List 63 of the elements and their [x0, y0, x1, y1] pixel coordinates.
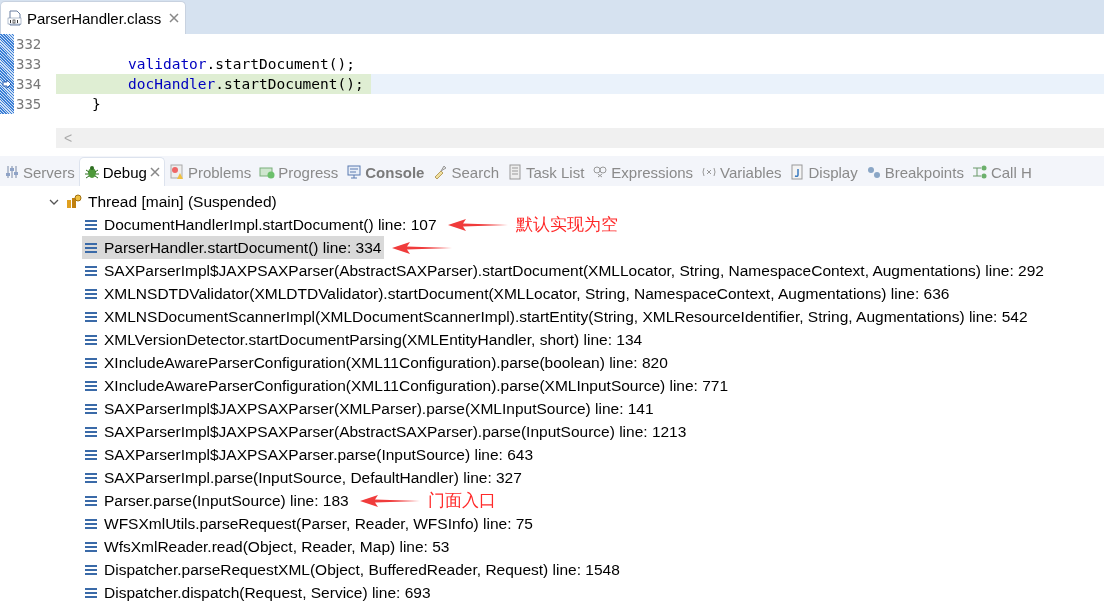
stack-frame[interactable]: ParserHandler.startDocument() line: 334: [82, 236, 385, 259]
breakpoint-ruler: [0, 54, 14, 74]
line-number: 335: [15, 96, 43, 112]
stack-frame-icon: [84, 333, 98, 346]
editor-tab[interactable]: ParserHandler.class: [0, 1, 187, 34]
stack-frame-icon: [84, 448, 98, 461]
line-number: 334: [15, 76, 43, 92]
code-line: docHandler.startDocument();: [127, 76, 364, 92]
stack-frame-icon: [84, 287, 98, 300]
stack-frame[interactable]: WfsXmlReader.read(Object, Reader, Map) line: 53: [82, 535, 453, 558]
stack-frame-icon: [84, 494, 98, 507]
stack-frame-icon: [84, 218, 98, 231]
stack-frame-icon: [84, 425, 98, 438]
document-icon: [789, 164, 806, 180]
view-tab[interactable]: Console: [342, 158, 429, 186]
stack-frame-icon: [84, 356, 98, 369]
stack-frame[interactable]: SAXParserImpl$JAXPSAXParser.parse(InputSource) line: 643: [82, 443, 537, 466]
code-line: }: [91, 96, 101, 112]
annotation-text: 门面入口: [427, 490, 496, 512]
stack-frame[interactable]: SAXParserImpl$JAXPSAXParser(AbstractSAXParser).startDocument(XMLLocator, String, NamespaceContext, Augmentations) line: 292: [82, 259, 1047, 282]
code-line: validator.startDocument();: [127, 56, 355, 72]
stack-frame[interactable]: XMLNSDTDValidator(XMLDTDValidator).startDocument(XMLLocator, String, NamespaceContext, Augmentations) line: 636: [82, 282, 953, 305]
stack-frame[interactable]: Parser.parse(InputSource) line: 183: [82, 489, 352, 512]
breakpoint-ruler: [0, 34, 14, 54]
close-icon: [169, 13, 180, 23]
breakpoint-ruler: [0, 94, 14, 114]
annotation-text: 默认实现为空: [515, 214, 618, 236]
stack-frame-icon: [84, 379, 98, 392]
stack-frame-icon: [84, 586, 98, 599]
stack-frame[interactable]: SAXParserImpl.parse(InputSource, DefaultHandler) line: 327: [82, 466, 525, 489]
stack-frame[interactable]: XMLVersionDetector.startDocumentParsing(XMLEntityHandler, short) line: 134: [82, 328, 646, 351]
stack-frame-icon: [84, 517, 98, 530]
stack-frame-icon: [84, 540, 98, 553]
stack-frame-icon: [84, 402, 98, 415]
line-number: 333: [15, 56, 43, 72]
stack-frame-icon: [84, 310, 98, 323]
stack-frame[interactable]: XIncludeAwareParserConfiguration(XML11Configuration).parse(XMLInputSource) line: 771: [82, 374, 732, 397]
thread-label[interactable]: Thread [main] (Suspended): [88, 192, 277, 211]
glasses-icon: [592, 164, 609, 180]
sliders-icon: [4, 164, 20, 180]
view-tab[interactable]: Debug: [78, 157, 165, 186]
stack-frame-icon: [84, 563, 98, 576]
stack-frame[interactable]: WFSXmlUtils.parseRequest(Parser, Reader, WFSInfo) line: 75: [82, 512, 536, 535]
clipboard-icon: [507, 164, 523, 180]
progress-icon: [259, 164, 276, 180]
bug-icon: [83, 164, 100, 180]
stack-frame[interactable]: DocumentHandlerImpl.startDocument() line: 107: [82, 213, 440, 236]
stack-frame[interactable]: Dispatcher.parseRequestXML(Object, BufferedReader, Request) line: 1548: [82, 558, 623, 581]
stack-frame[interactable]: XIncludeAwareParserConfiguration(XML11Configuration).parse(boolean) line: 820: [82, 351, 671, 374]
stack-frame[interactable]: XMLNSDocumentScannerImpl(XMLDocumentScannerImpl).startEntity(String, XMLResourceIdentifier, String, Augmentations) line: 542: [82, 305, 1031, 328]
stack-frame[interactable]: SAXParserImpl$JAXPSAXParser(AbstractSAXParser).parse(InputSource) line: 1213: [82, 420, 690, 443]
stack-frame-icon: [84, 471, 98, 484]
stack-frame-icon: [84, 264, 98, 277]
stack-frame-icon: [84, 241, 98, 254]
close-icon[interactable]: [149, 167, 160, 177]
stack-frame[interactable]: SAXParserImpl$JAXPSAXParser(XMLParser).parse(XMLInputSource) line: 141: [82, 397, 657, 420]
problems-icon: [168, 164, 185, 180]
hierarchy-icon: [971, 164, 988, 180]
line-number: 332: [15, 36, 43, 52]
monitor-icon: [346, 164, 363, 180]
thread-icon: [66, 193, 82, 210]
stack-frame[interactable]: Dispatcher.dispatch(Request, Service) line: 693: [82, 581, 434, 604]
breakpoints-icon: [865, 164, 882, 180]
